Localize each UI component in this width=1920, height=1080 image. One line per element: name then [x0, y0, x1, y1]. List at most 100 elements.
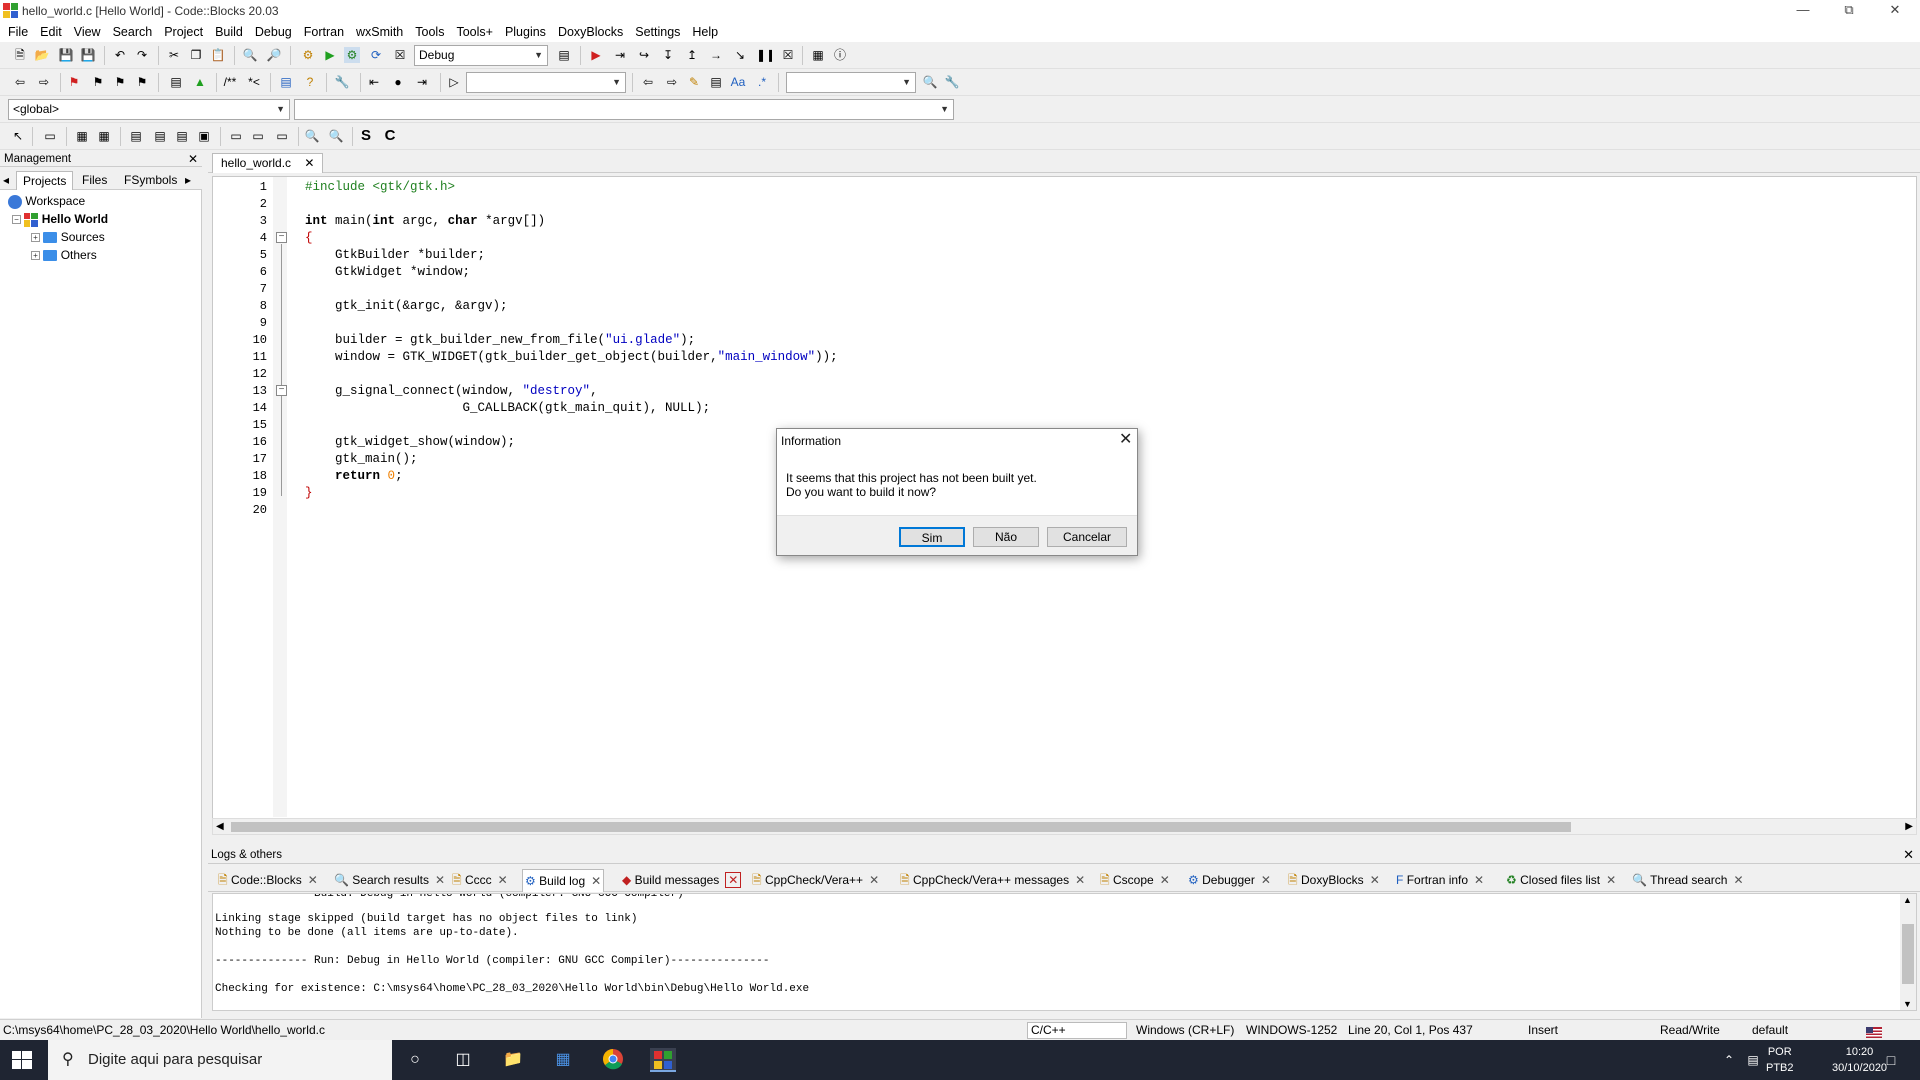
cortana-icon[interactable]: ○	[402, 1048, 428, 1072]
log-tab-build-log[interactable]: ⚙ Build log ✕	[522, 869, 605, 892]
scrollbar-thumb[interactable]	[231, 822, 1571, 832]
find-prev-icon[interactable]: ⇦	[640, 74, 656, 90]
tray-language[interactable]: POR PTB2	[1766, 1044, 1794, 1076]
tab-scroll-right-icon[interactable]: ▸	[182, 171, 194, 190]
log-tab-cppcheck[interactable]: 🗎 CppCheck/Vera++ ✕	[750, 869, 881, 892]
menu-plugins[interactable]: Plugins	[505, 25, 546, 39]
no-button[interactable]: Não	[973, 527, 1039, 547]
task-view-icon[interactable]: ◫	[450, 1048, 476, 1072]
scroll-up-icon[interactable]: ▲	[1903, 895, 1912, 905]
close-tab-icon[interactable]: ✕	[1160, 873, 1170, 887]
expand-icon[interactable]: +	[31, 233, 40, 243]
widget-rect-icon[interactable]: ▭	[42, 128, 58, 144]
close-tab-icon[interactable]: ✕	[435, 873, 445, 887]
stop-debug-icon[interactable]: ☒	[780, 47, 796, 63]
minimize-icon[interactable]: —	[1780, 0, 1826, 22]
find-icon[interactable]: 🔍	[242, 47, 258, 63]
build-gear-icon[interactable]: ⚙	[300, 47, 316, 63]
thread-search-icon[interactable]: 🔍	[922, 74, 938, 90]
jump-back-icon[interactable]: ⇤	[366, 74, 382, 90]
menu-fortran[interactable]: Fortran	[304, 25, 344, 39]
breakpoint-dot-icon[interactable]: ●	[390, 74, 406, 90]
restore-icon[interactable]: ⧉	[1826, 0, 1872, 22]
step-instruction-icon[interactable]: ↘	[732, 47, 748, 63]
fold-toggle-icon[interactable]: −	[276, 232, 287, 243]
c-icon[interactable]: C	[382, 128, 398, 144]
layout-icon-4[interactable]: ▤	[152, 128, 168, 144]
close-tab-icon[interactable]: ✕	[308, 873, 318, 887]
new-file-icon[interactable]: 🗎	[12, 47, 28, 63]
close-tab-icon[interactable]: ✕	[1606, 873, 1616, 887]
tree-workspace[interactable]: Workspace	[8, 193, 85, 209]
close-tab-icon[interactable]: ✕	[1474, 873, 1484, 887]
scroll-down-icon[interactable]: ▼	[1903, 999, 1912, 1009]
function-select[interactable]: ▼	[294, 99, 954, 120]
run-icon[interactable]: ▶	[322, 47, 338, 63]
network-icon[interactable]: ▤	[1740, 1048, 1766, 1072]
editor-tab-hello-world[interactable]: hello_world.c ✕	[212, 153, 324, 173]
close-tab-icon[interactable]: ✕	[1733, 873, 1743, 887]
log-tab-cscope[interactable]: 🗎 Cscope ✕	[1098, 869, 1172, 892]
save-icon[interactable]: 💾	[58, 47, 74, 63]
zoom-out-icon[interactable]: 🔍	[328, 128, 344, 144]
menu-search[interactable]: Search	[113, 25, 153, 39]
layout-icon-6[interactable]: ▣	[196, 128, 212, 144]
collapse-icon[interactable]: −	[12, 215, 21, 225]
bookmark-toggle-icon[interactable]: ⚑	[66, 74, 82, 90]
chrome-icon[interactable]	[600, 1048, 626, 1072]
log-tab-thread-search[interactable]: 🔍 Thread search ✕	[1630, 869, 1746, 892]
layout-icon-3[interactable]: ▤	[128, 128, 144, 144]
log-tab-cccc[interactable]: 🗎 Cccc ✕	[450, 869, 510, 892]
close-tab-icon[interactable]: ✕	[591, 874, 601, 888]
next-line-icon[interactable]: ↪	[636, 47, 652, 63]
border-icon-3[interactable]: ▭	[274, 128, 290, 144]
close-icon[interactable]: ✕	[1903, 846, 1914, 864]
menu-tools[interactable]: Tools	[415, 25, 444, 39]
log-tab-build-messages[interactable]: ◆ Build messages ✕	[620, 869, 743, 892]
step-out-icon[interactable]: ↥	[684, 47, 700, 63]
menu-wxsmith[interactable]: wxSmith	[356, 25, 403, 39]
expand-icon[interactable]: +	[31, 251, 40, 261]
pause-icon[interactable]: ❚❚	[756, 47, 772, 63]
tree-folder-sources[interactable]: + Sources	[31, 229, 105, 245]
thread-search-options-icon[interactable]: 🔧	[944, 74, 960, 90]
paste-icon[interactable]: 📋	[210, 47, 226, 63]
tab-scroll-left-icon[interactable]: ◂	[0, 171, 12, 190]
close-tab-icon[interactable]: ✕	[1261, 873, 1271, 887]
notifications-icon[interactable]: □	[1878, 1048, 1904, 1072]
jump-forward-icon[interactable]: ⇥	[414, 74, 430, 90]
cut-icon[interactable]: ✂	[166, 47, 182, 63]
menu-tools-plus[interactable]: Tools+	[456, 25, 492, 39]
comment-block-icon[interactable]: /**	[222, 74, 238, 90]
menu-project[interactable]: Project	[164, 25, 203, 39]
save-all-icon[interactable]: 💾	[80, 47, 96, 63]
doxy-help-icon[interactable]: ?	[302, 74, 318, 90]
file-explorer-icon[interactable]: 📁	[500, 1048, 526, 1072]
bookmark-next-icon[interactable]: ⚑	[112, 74, 128, 90]
scroll-right-icon[interactable]: ▶	[1905, 819, 1913, 834]
regex-icon[interactable]: .*	[754, 74, 770, 90]
copy-icon[interactable]: ❐	[188, 47, 204, 63]
debug-info-icon[interactable]: ⓘ	[832, 47, 848, 63]
tray-chevron-icon[interactable]: ⌃	[1716, 1048, 1742, 1072]
close-tab-icon[interactable]: ✕	[1075, 873, 1085, 887]
log-tab-cppcheck-messages[interactable]: 🗎 CppCheck/Vera++ messages ✕	[898, 869, 1087, 892]
nav-forward-icon[interactable]: ⇨	[36, 74, 52, 90]
s-icon[interactable]: S	[358, 128, 374, 144]
windows-start-icon[interactable]	[12, 1051, 32, 1069]
dialog-close-icon[interactable]: ✕	[1119, 431, 1132, 449]
build-target-select[interactable]: Debug ▼	[414, 45, 548, 66]
menu-edit[interactable]: Edit	[40, 25, 62, 39]
doxy-extract-icon[interactable]: ▤	[278, 74, 294, 90]
comment-line-icon[interactable]: *<	[246, 74, 262, 90]
border-icon-1[interactable]: ▭	[228, 128, 244, 144]
menu-debug[interactable]: Debug	[255, 25, 292, 39]
layout-icon-5[interactable]: ▤	[174, 128, 190, 144]
thread-search-combo[interactable]: ▼	[786, 72, 916, 93]
replace-icon[interactable]: 🔎	[266, 47, 282, 63]
close-tab-icon[interactable]: ✕	[304, 156, 314, 170]
codeblocks-taskbar-icon[interactable]	[650, 1048, 676, 1072]
undo-icon[interactable]: ↶	[112, 47, 128, 63]
log-tab-debugger[interactable]: ⚙ Debugger ✕	[1186, 869, 1273, 892]
menu-build[interactable]: Build	[215, 25, 243, 39]
